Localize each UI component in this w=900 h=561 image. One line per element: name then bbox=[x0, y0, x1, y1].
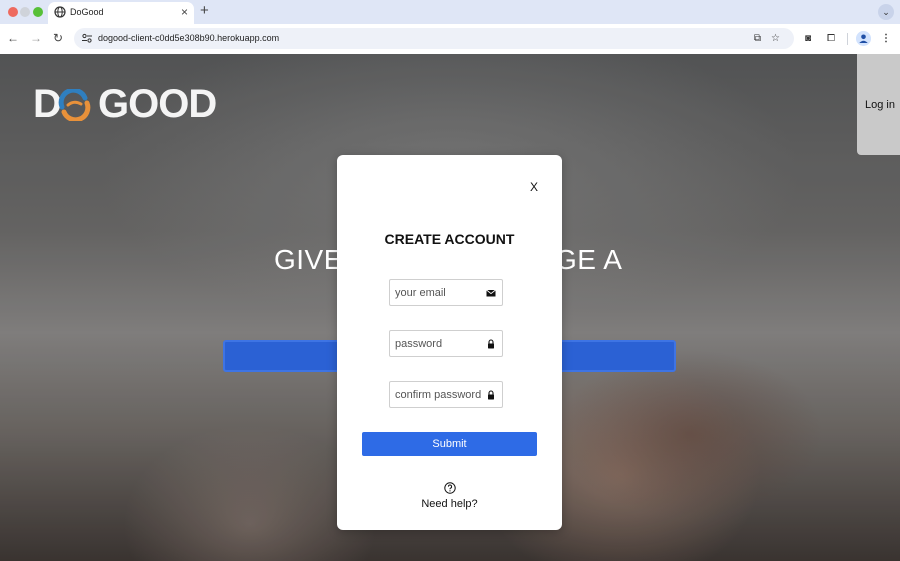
lock-icon bbox=[488, 339, 494, 349]
lock-icon bbox=[488, 390, 494, 400]
camera-icon[interactable]: ◙ bbox=[801, 32, 815, 46]
modal-close-button[interactable]: X bbox=[530, 180, 538, 194]
install-app-icon[interactable]: ⧉ bbox=[751, 32, 764, 45]
profile-avatar-icon[interactable] bbox=[856, 31, 871, 46]
tab-search-chevron-icon[interactable]: ⌄ bbox=[878, 4, 894, 20]
hero-headline-right: GE A bbox=[555, 244, 623, 275]
question-circle-icon[interactable] bbox=[444, 482, 456, 494]
site-settings-icon[interactable] bbox=[81, 32, 93, 44]
envelope-icon bbox=[486, 289, 496, 297]
forward-arrow-icon[interactable]: → bbox=[29, 31, 43, 45]
reload-icon[interactable]: ↻ bbox=[51, 31, 65, 45]
create-account-modal: X CREATE ACCOUNT Submit bbox=[337, 155, 562, 530]
need-help-link[interactable]: Need help? bbox=[337, 498, 562, 510]
address-bar[interactable]: dogood-client-c0dd5e308b90.herokuapp.com… bbox=[74, 28, 794, 49]
browser-chrome: DoGood × + ⌄ ← → ↻ dogood-client-c0dd5e3… bbox=[0, 0, 900, 54]
modal-title: CREATE ACCOUNT bbox=[384, 231, 515, 247]
password-field[interactable] bbox=[389, 330, 503, 357]
browser-toolbar: ← → ↻ dogood-client-c0dd5e308b90.herokua… bbox=[0, 24, 900, 54]
email-field[interactable] bbox=[389, 279, 503, 306]
bookmark-star-icon[interactable]: ☆ bbox=[769, 32, 782, 45]
login-button[interactable]: Log in bbox=[857, 54, 900, 155]
tab-close-icon[interactable]: × bbox=[181, 5, 188, 19]
extensions-puzzle-icon[interactable]: ⧠ bbox=[824, 32, 838, 46]
submit-button[interactable]: Submit bbox=[362, 432, 537, 456]
logo-wordmark: GOOD bbox=[98, 82, 217, 126]
browser-menu-icon[interactable]: ⋮ bbox=[879, 32, 893, 46]
browser-tab[interactable]: DoGood × bbox=[48, 2, 194, 24]
tab-strip: DoGood × + ⌄ bbox=[0, 0, 900, 24]
window-maximize-button[interactable] bbox=[33, 7, 43, 17]
logo-letter-d: D bbox=[33, 82, 62, 126]
globe-icon bbox=[54, 6, 66, 18]
back-arrow-icon[interactable]: ← bbox=[6, 31, 20, 45]
url-text[interactable]: dogood-client-c0dd5e308b90.herokuapp.com bbox=[98, 33, 279, 43]
hero-headline-left: GIVE bbox=[274, 244, 343, 275]
new-tab-button[interactable]: + bbox=[200, 2, 209, 20]
logo-handshake-icon bbox=[58, 89, 91, 121]
window-close-button[interactable] bbox=[8, 7, 18, 17]
login-label: Log in bbox=[865, 99, 895, 111]
toolbar-divider bbox=[847, 33, 848, 45]
page-background: D GOOD Log in GIVE GE A X CREATE ACCOUNT bbox=[0, 54, 900, 561]
window-minimize-button[interactable] bbox=[20, 7, 30, 17]
confirm-password-field[interactable] bbox=[389, 381, 503, 408]
tab-title: DoGood bbox=[70, 7, 104, 17]
